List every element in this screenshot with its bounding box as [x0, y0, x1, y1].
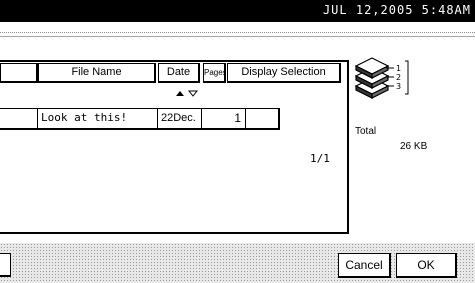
stack-label-2: 2 [396, 73, 401, 82]
ok-button[interactable]: OK [396, 253, 457, 278]
datetime: JUL 12,2005 5:48AM [322, 3, 471, 17]
table-row[interactable]: Look at this! 22Dec. 1 [0, 108, 280, 130]
display-selection-button[interactable]: Display Selection [227, 63, 341, 83]
row-file-name: Look at this! [38, 109, 158, 128]
column-header-file-name[interactable]: File Name [38, 63, 156, 83]
row-pages: 1 [202, 109, 246, 128]
sort-arrows-icon[interactable] [174, 88, 200, 98]
column-header-pages[interactable]: Pages [203, 63, 226, 83]
stack-icon: 1 2 3 [354, 57, 409, 99]
stack-label-1: 1 [396, 64, 401, 73]
file-list-panel [0, 60, 349, 234]
total-size: 26 KB [400, 141, 428, 152]
page-indicator: 1/1 [310, 152, 330, 165]
column-header-user[interactable] [0, 63, 38, 83]
column-header-date[interactable]: Date [158, 63, 200, 83]
row-user-cell [0, 109, 38, 128]
divider [0, 32, 475, 33]
divider [0, 36, 475, 37]
stack-label-3: 3 [396, 82, 401, 91]
left-stub-button[interactable] [0, 253, 11, 277]
cancel-button[interactable]: Cancel [338, 253, 391, 278]
total-label: Total [355, 126, 377, 137]
status-bar: JUL 12,2005 5:48AM [0, 0, 475, 22]
row-date: 22Dec. [158, 109, 202, 128]
